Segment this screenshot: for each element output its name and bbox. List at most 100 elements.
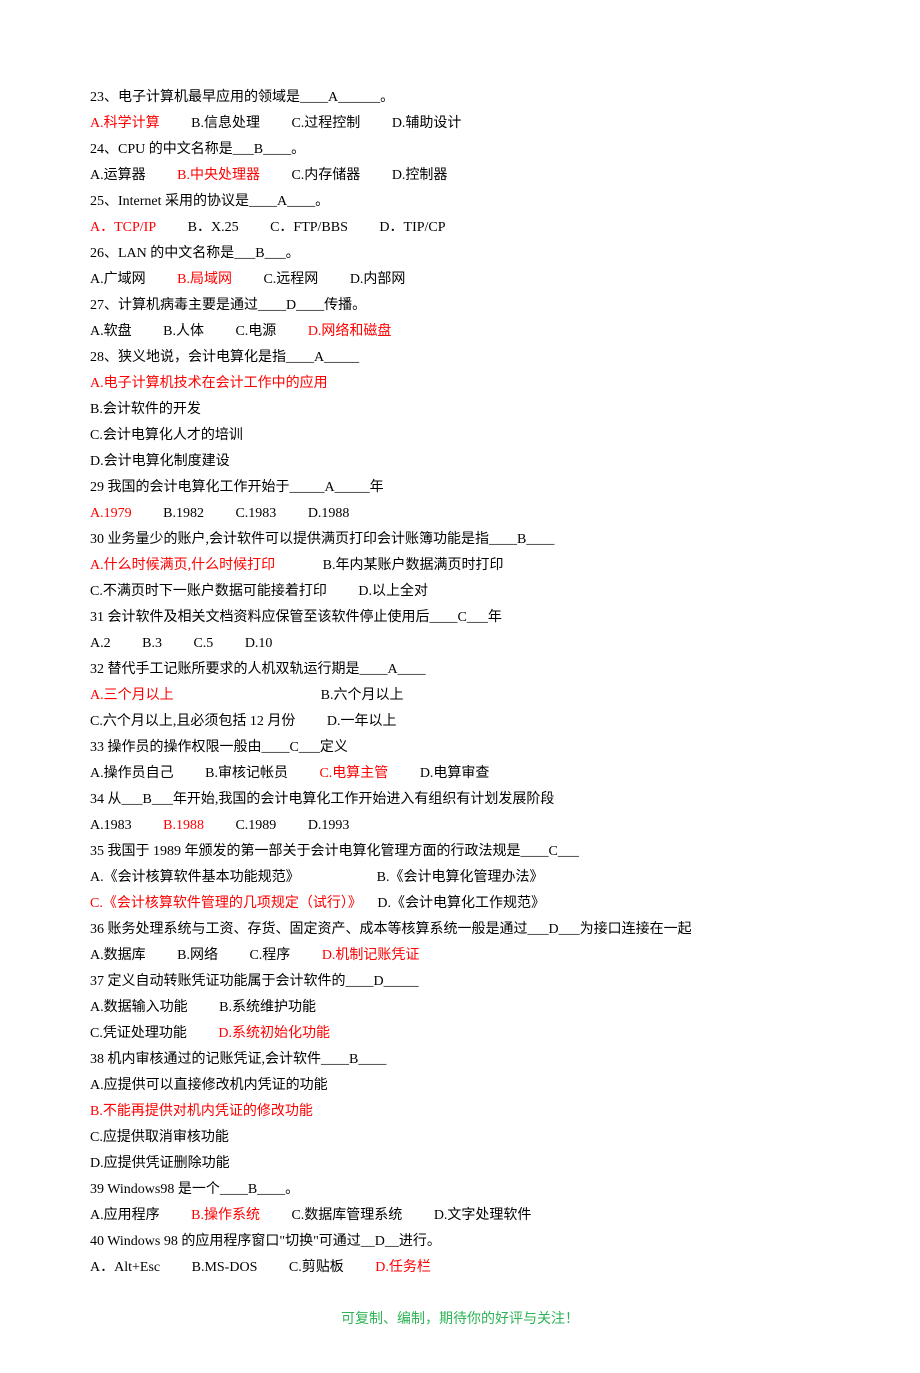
- q35-optC: C.《会计核算软件管理的几项规定（试行）》: [90, 896, 362, 911]
- q30-optB: B.年内某账户数据满页时打印: [323, 558, 504, 573]
- q34-opts: A.1983 B.1988 C.1989 D.1993: [90, 813, 830, 839]
- q35-stem: 35 我国于 1989 年颁发的第一部关于会计电算化管理方面的行政法规是____…: [90, 839, 830, 865]
- q27-opts: A.软盘 B.人体 C.电源 D.网络和磁盘: [90, 319, 830, 345]
- q23-optD: D.辅助设计: [392, 116, 462, 131]
- q28-optD: D.会计电算化制度建设: [90, 454, 230, 469]
- q37-stem: 37 定义自动转账凭证功能属于会计软件的____D_____: [90, 969, 830, 995]
- q26-optD: D.内部网: [350, 272, 406, 287]
- q39-optB: B.操作系统: [191, 1208, 260, 1223]
- q31-stem: 31 会计软件及相关文档资料应保管至该软件停止使用后____C___年: [90, 605, 830, 631]
- q32-opts1: A.三个月以上 B.六个月以上: [90, 683, 830, 709]
- q30-optA: A.什么时候满页,什么时候打印: [90, 558, 275, 573]
- q24-optC: C.内存储器: [291, 168, 360, 183]
- q28-optC: C.会计电算化人才的培训: [90, 428, 243, 443]
- q30-opts2: C.不满页时下一账户数据可能接着打印 D.以上全对: [90, 579, 830, 605]
- q40-opts: A．Alt+Esc B.MS-DOS C.剪贴板 D.任务栏: [90, 1255, 830, 1281]
- q38-optA: A.应提供可以直接修改机内凭证的功能: [90, 1078, 328, 1093]
- q27-optD: D.网络和磁盘: [308, 324, 392, 339]
- q26-opts: A.广域网 B.局域网 C.远程网 D.内部网: [90, 267, 830, 293]
- q39-stem: 39 Windows98 是一个____B____。: [90, 1177, 830, 1203]
- q35-optD: D.《会计电算化工作规范》: [377, 896, 545, 911]
- q28-optA: A.电子计算机技术在会计工作中的应用: [90, 376, 328, 391]
- q32-opts2: C.六个月以上,且必须包括 12 月份 D.一年以上: [90, 709, 830, 735]
- q35-optB: B.《会计电算化管理办法》: [377, 870, 544, 885]
- q40-stem: 40 Windows 98 的应用程序窗口"切换"可通过__D__进行。: [90, 1229, 830, 1255]
- q33-optD: D.电算审查: [420, 766, 490, 781]
- q29-opts: A.1979 B.1982 C.1983 D.1988: [90, 501, 830, 527]
- q24-optB: B.中央处理器: [177, 168, 260, 183]
- q34-stem: 34 从___B___年开始,我国的会计电算化工作开始进入有组织有计划发展阶段: [90, 787, 830, 813]
- q34-optA: A.1983: [90, 818, 132, 833]
- q36-opts: A.数据库 B.网络 C.程序 D.机制记账凭证: [90, 943, 830, 969]
- q40-optB: B.MS-DOS: [192, 1260, 258, 1275]
- q30-opts1: A.什么时候满页,什么时候打印 B.年内某账户数据满页时打印: [90, 553, 830, 579]
- q32-stem: 32 替代手工记账所要求的人机双轨运行期是____A____: [90, 657, 830, 683]
- q23-stem: 23、电子计算机最早应用的领域是____A______。: [90, 85, 830, 111]
- q26-stem: 26、LAN 的中文名称是___B___。: [90, 241, 830, 267]
- q25-optC: C．FTP/BBS: [270, 220, 348, 235]
- q36-optD: D.机制记账凭证: [322, 948, 420, 963]
- q26-optC: C.远程网: [263, 272, 318, 287]
- q37-opts2: C.凭证处理功能 D.系统初始化功能: [90, 1021, 830, 1047]
- q39-optC: C.数据库管理系统: [291, 1208, 402, 1223]
- q24-optD: D.控制器: [392, 168, 448, 183]
- q31-optB: B.3: [142, 636, 162, 651]
- q36-stem: 36 账务处理系统与工资、存货、固定资产、成本等核算系统一般是通过___D___…: [90, 917, 830, 943]
- q23-optC: C.过程控制: [291, 116, 360, 131]
- q37-optB: B.系统维护功能: [219, 1000, 316, 1015]
- q38-stem: 38 机内审核通过的记账凭证,会计软件____B____: [90, 1047, 830, 1073]
- q25-optA: A．TCP/IP: [90, 220, 156, 235]
- q29-optB: B.1982: [163, 506, 204, 521]
- q24-stem: 24、CPU 的中文名称是___B____。: [90, 137, 830, 163]
- q33-opts: A.操作员自己 B.审核记帐员 C.电算主管 D.电算审查: [90, 761, 830, 787]
- q31-optD: D.10: [245, 636, 273, 651]
- q33-stem: 33 操作员的操作权限一般由____C___定义: [90, 735, 830, 761]
- q34-optD: D.1993: [308, 818, 350, 833]
- q36-optA: A.数据库: [90, 948, 146, 963]
- q25-stem: 25、Internet 采用的协议是____A____。: [90, 189, 830, 215]
- q28-stem: 28、狭义地说，会计电算化是指____A_____: [90, 345, 830, 371]
- q33-optA: A.操作员自己: [90, 766, 174, 781]
- q37-opts1: A.数据输入功能 B.系统维护功能: [90, 995, 830, 1021]
- q31-optC: C.5: [193, 636, 213, 651]
- q40-optC: C.剪贴板: [289, 1260, 344, 1275]
- q31-optA: A.2: [90, 636, 111, 651]
- q38-optC: C.应提供取消审核功能: [90, 1130, 229, 1145]
- q34-optB: B.1988: [163, 818, 204, 833]
- q23-optB: B.信息处理: [191, 116, 260, 131]
- q38-optB: B.不能再提供对机内凭证的修改功能: [90, 1104, 313, 1119]
- q30-stem: 30 业务量少的账户,会计软件可以提供满页打印会计账簿功能是指____B____: [90, 527, 830, 553]
- q40-optD: D.任务栏: [375, 1260, 431, 1275]
- q35-opts1: A.《会计核算软件基本功能规范》 B.《会计电算化管理办法》: [90, 865, 830, 891]
- q34-optC: C.1989: [235, 818, 276, 833]
- q29-optD: D.1988: [308, 506, 350, 521]
- q23-opts: A.科学计算 B.信息处理 C.过程控制 D.辅助设计: [90, 111, 830, 137]
- q23-optA: A.科学计算: [90, 116, 160, 131]
- q38-optD: D.应提供凭证删除功能: [90, 1156, 230, 1171]
- q25-opts: A．TCP/IP B．X.25 C．FTP/BBS D．TIP/CP: [90, 215, 830, 241]
- q32-optB: B.六个月以上: [321, 688, 404, 703]
- q36-optC: C.程序: [249, 948, 290, 963]
- q37-optC: C.凭证处理功能: [90, 1026, 187, 1041]
- q25-optD: D．TIP/CP: [379, 220, 445, 235]
- q40-optA: A．Alt+Esc: [90, 1260, 160, 1275]
- q39-optD: D.文字处理软件: [434, 1208, 532, 1223]
- q32-optD: D.一年以上: [327, 714, 397, 729]
- q37-optA: A.数据输入功能: [90, 1000, 188, 1015]
- q32-optA: A.三个月以上: [90, 688, 174, 703]
- q27-optA: A.软盘: [90, 324, 132, 339]
- q37-optD: D.系统初始化功能: [218, 1026, 330, 1041]
- q29-stem: 29 我国的会计电算化工作开始于_____A_____年: [90, 475, 830, 501]
- q31-opts: A.2 B.3 C.5 D.10: [90, 631, 830, 657]
- q30-optD: D.以上全对: [358, 584, 428, 599]
- document-page: 23、电子计算机最早应用的领域是____A______。 A.科学计算 B.信息…: [0, 0, 920, 1373]
- q30-optC: C.不满页时下一账户数据可能接着打印: [90, 584, 327, 599]
- q27-stem: 27、计算机病毒主要是通过____D____传播。: [90, 293, 830, 319]
- q27-optC: C.电源: [235, 324, 276, 339]
- q26-optB: B.局域网: [177, 272, 232, 287]
- q28-optB: B.会计软件的开发: [90, 402, 201, 417]
- q29-optA: A.1979: [90, 506, 132, 521]
- q24-optA: A.运算器: [90, 168, 146, 183]
- q26-optA: A.广域网: [90, 272, 146, 287]
- q39-optA: A.应用程序: [90, 1208, 160, 1223]
